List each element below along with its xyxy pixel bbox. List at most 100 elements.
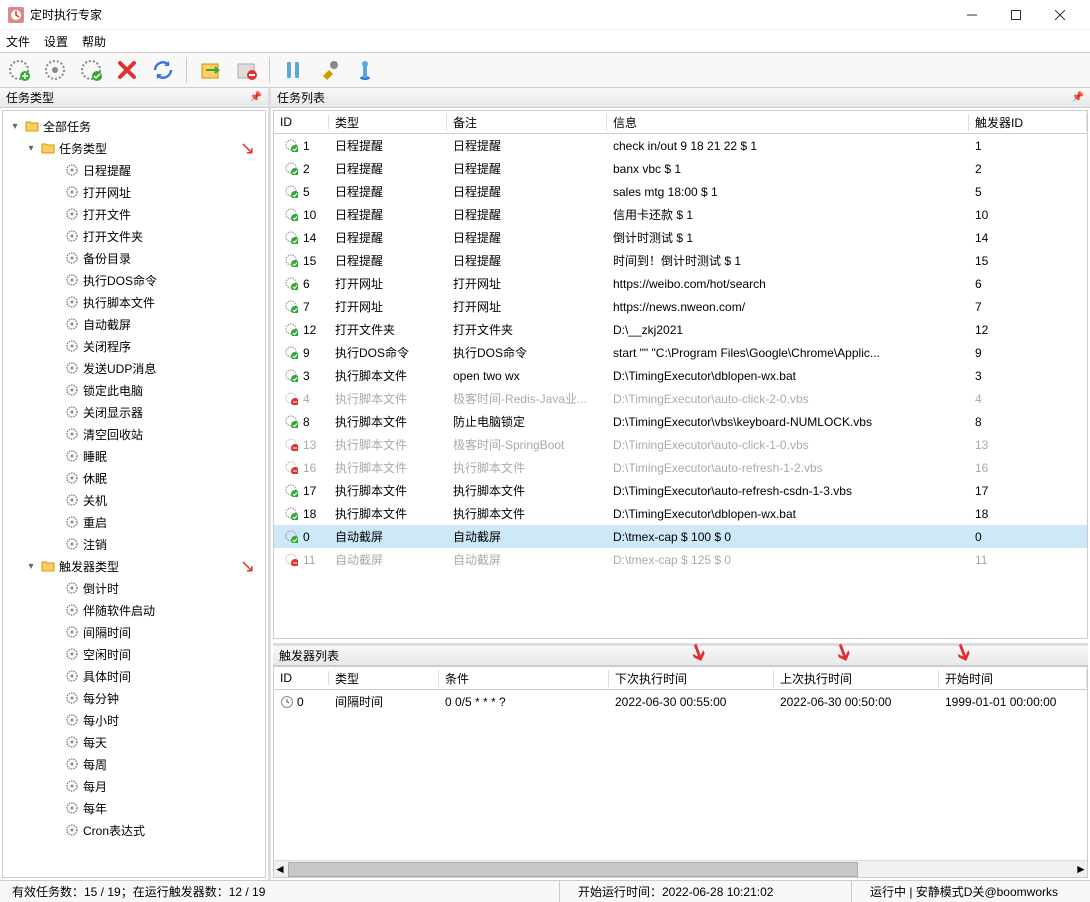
trigger-list-body[interactable]: 0间隔时间0 0/5 * * * ?2022-06-30 00:55:00202… — [274, 690, 1087, 860]
task-row[interactable]: 11自动截屏自动截屏D:\tmex-cap $ 125 $ 011 — [274, 548, 1087, 571]
tree-trigger-item-0[interactable]: 倒计时 — [5, 577, 263, 599]
tree-trigger-item-6[interactable]: 每小时 — [5, 709, 263, 731]
tree-type-item-10[interactable]: 锁定此电脑 — [5, 379, 263, 401]
toolbar-settings-button[interactable] — [40, 55, 70, 85]
tree-trigger-item-8[interactable]: 每周 — [5, 753, 263, 775]
toolbar-stop-button[interactable] — [231, 55, 261, 85]
tree-item-label: 打开文件夹 — [83, 228, 143, 245]
tree-trigger-item-2[interactable]: 间隔时间 — [5, 621, 263, 643]
tree-trigger-item-7[interactable]: 每天 — [5, 731, 263, 753]
maximize-button[interactable] — [994, 1, 1038, 29]
task-list-header[interactable]: ID 类型 备注 信息 触发器ID — [274, 111, 1087, 134]
expand-icon[interactable]: ▾ — [25, 143, 37, 154]
tree-type-item-8[interactable]: 关闭程序 — [5, 335, 263, 357]
tree-item-label: 关机 — [83, 492, 107, 509]
tcol-last[interactable]: 上次执行时间 — [774, 670, 939, 687]
toolbar-refresh-button[interactable] — [148, 55, 178, 85]
tree-type-item-1[interactable]: 打开网址 — [5, 181, 263, 203]
tree-trigger-types[interactable]: ▾触发器类型↘ — [5, 555, 263, 577]
task-row[interactable]: 8执行脚本文件防止电脑锁定D:\TimingExecutor\vbs\keybo… — [274, 410, 1087, 433]
trigger-row[interactable]: 0间隔时间0 0/5 * * * ?2022-06-30 00:55:00202… — [274, 690, 1087, 713]
task-status-icon — [284, 253, 300, 269]
tcol-cond[interactable]: 条件 — [439, 670, 609, 687]
tree-trigger-item-10[interactable]: 每年 — [5, 797, 263, 819]
tree-trigger-item-5[interactable]: 每分钟 — [5, 687, 263, 709]
pin-icon[interactable]: 📌 — [1072, 92, 1084, 103]
tree-type-item-6[interactable]: 执行脚本文件 — [5, 291, 263, 313]
close-button[interactable] — [1038, 1, 1082, 29]
tree-type-item-11[interactable]: 关闭显示器 — [5, 401, 263, 423]
tcol-type[interactable]: 类型 — [329, 670, 439, 687]
tcol-next[interactable]: 下次执行时间 — [609, 670, 774, 687]
col-trigger-id[interactable]: 触发器ID — [969, 114, 1087, 131]
task-row[interactable]: 12打开文件夹打开文件夹D:\__zkj202112 — [274, 318, 1087, 341]
tree-item-icon — [64, 294, 80, 310]
task-row[interactable]: 15日程提醒日程提醒时间到！倒计时测试 $ 115 — [274, 249, 1087, 272]
task-row[interactable]: 9执行DOS命令执行DOS命令start "" "C:\Program File… — [274, 341, 1087, 364]
tree-type-item-17[interactable]: 注销 — [5, 533, 263, 555]
toolbar-delete-button[interactable] — [112, 55, 142, 85]
task-row[interactable]: 13执行脚本文件极客时间-SpringBootD:\TimingExecutor… — [274, 433, 1087, 456]
menu-help[interactable]: 帮助 — [82, 33, 106, 50]
toolbar-import-button[interactable] — [195, 55, 225, 85]
col-note[interactable]: 备注 — [447, 114, 607, 131]
tree-item-icon — [64, 536, 80, 552]
task-type-tree[interactable]: ▾全部任务▾任务类型↘日程提醒打开网址打开文件打开文件夹备份目录执行DOS命令执… — [2, 110, 266, 878]
tree-type-item-7[interactable]: 自动截屏 — [5, 313, 263, 335]
expand-icon[interactable]: ▾ — [25, 561, 37, 572]
tree-type-item-14[interactable]: 休眠 — [5, 467, 263, 489]
col-type[interactable]: 类型 — [329, 114, 447, 131]
tree-type-item-13[interactable]: 睡眠 — [5, 445, 263, 467]
tree-type-item-3[interactable]: 打开文件夹 — [5, 225, 263, 247]
tree-trigger-item-9[interactable]: 每月 — [5, 775, 263, 797]
task-info: D:\TimingExecutor\dblopen-wx.bat — [607, 507, 969, 521]
col-info[interactable]: 信息 — [607, 114, 969, 131]
task-row[interactable]: 17执行脚本文件执行脚本文件D:\TimingExecutor\auto-ref… — [274, 479, 1087, 502]
tree-type-item-15[interactable]: 关机 — [5, 489, 263, 511]
tree-type-item-16[interactable]: 重启 — [5, 511, 263, 533]
toolbar-enable-button[interactable] — [76, 55, 106, 85]
task-row[interactable]: 6打开网址打开网址https://weibo.com/hot/search6 — [274, 272, 1087, 295]
toolbar-pause-button[interactable] — [278, 55, 308, 85]
toolbar-add-button[interactable] — [4, 55, 34, 85]
task-row[interactable]: 16执行脚本文件执行脚本文件D:\TimingExecutor\auto-ref… — [274, 456, 1087, 479]
minimize-button[interactable] — [950, 1, 994, 29]
tree-trigger-item-11[interactable]: Cron表达式 — [5, 819, 263, 841]
task-row[interactable]: 18执行脚本文件执行脚本文件D:\TimingExecutor\dblopen-… — [274, 502, 1087, 525]
menu-file[interactable]: 文件 — [6, 33, 30, 50]
tree-trigger-item-3[interactable]: 空闲时间 — [5, 643, 263, 665]
col-id[interactable]: ID — [274, 115, 329, 129]
tree-trigger-item-4[interactable]: 具体时间 — [5, 665, 263, 687]
tcol-start[interactable]: 开始时间 — [939, 670, 1087, 687]
task-row[interactable]: 7打开网址打开网址https://news.nweon.com/7 — [274, 295, 1087, 318]
horizontal-scrollbar[interactable]: ◄ ► — [274, 860, 1087, 877]
menu-settings[interactable]: 设置 — [44, 33, 68, 50]
task-row[interactable]: 4执行脚本文件极客时间-Redis-Java业...D:\TimingExecu… — [274, 387, 1087, 410]
tree-trigger-item-1[interactable]: 伴随软件启动 — [5, 599, 263, 621]
task-row[interactable]: 5日程提醒日程提醒sales mtg 18:00 $ 15 — [274, 180, 1087, 203]
tree-root[interactable]: ▾全部任务 — [5, 115, 263, 137]
tree-type-item-9[interactable]: 发送UDP消息 — [5, 357, 263, 379]
toolbar-wizard-button[interactable] — [350, 55, 380, 85]
tree-type-item-4[interactable]: 备份目录 — [5, 247, 263, 269]
task-type: 执行脚本文件 — [329, 390, 447, 407]
trigger-list-header[interactable]: ID 类型 条件 下次执行时间 上次执行时间 开始时间 — [274, 667, 1087, 690]
task-row[interactable]: 2日程提醒日程提醒banx vbc $ 12 — [274, 157, 1087, 180]
tree-task-types[interactable]: ▾任务类型↘ — [5, 137, 263, 159]
task-row[interactable]: 0自动截屏自动截屏D:\tmex-cap $ 100 $ 00 — [274, 525, 1087, 548]
tree-item-label: 每周 — [83, 756, 107, 773]
toolbar-tools-button[interactable] — [314, 55, 344, 85]
task-list-body[interactable]: 1日程提醒日程提醒check in/out 9 18 21 22 $ 112日程… — [274, 134, 1087, 638]
tree-type-item-5[interactable]: 执行DOS命令 — [5, 269, 263, 291]
task-type-panel: 任务类型 📌 ▾全部任务▾任务类型↘日程提醒打开网址打开文件打开文件夹备份目录执… — [0, 88, 271, 880]
tree-type-item-2[interactable]: 打开文件 — [5, 203, 263, 225]
tcol-id[interactable]: ID — [274, 671, 329, 685]
expand-icon[interactable]: ▾ — [9, 121, 21, 132]
tree-type-item-12[interactable]: 清空回收站 — [5, 423, 263, 445]
pin-icon[interactable]: 📌 — [250, 92, 262, 103]
task-row[interactable]: 3执行脚本文件open two wxD:\TimingExecutor\dblo… — [274, 364, 1087, 387]
task-row[interactable]: 10日程提醒日程提醒信用卡还款 $ 110 — [274, 203, 1087, 226]
tree-type-item-0[interactable]: 日程提醒 — [5, 159, 263, 181]
task-row[interactable]: 14日程提醒日程提醒倒计时测试 $ 114 — [274, 226, 1087, 249]
task-row[interactable]: 1日程提醒日程提醒check in/out 9 18 21 22 $ 11 — [274, 134, 1087, 157]
